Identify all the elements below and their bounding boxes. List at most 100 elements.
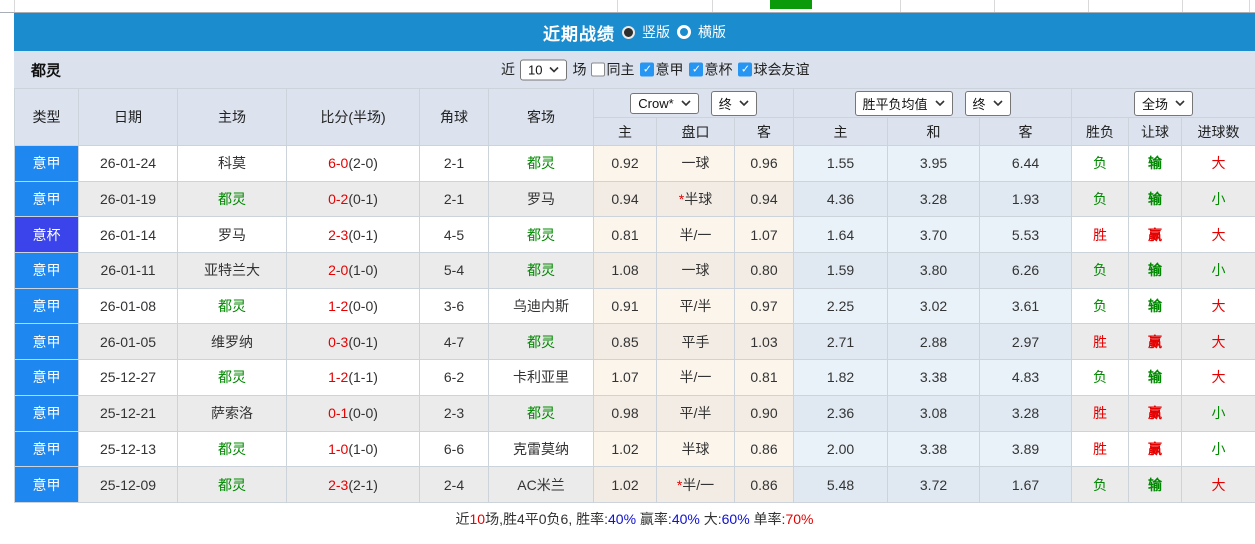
checkbox-icon[interactable]: ✓: [640, 62, 655, 77]
subcol-handicap: 盘口: [656, 117, 735, 146]
odds-home: 1.07: [593, 359, 657, 396]
corners: 4-5: [419, 216, 489, 254]
halftime-score: (0-1): [348, 226, 378, 243]
divider: [712, 0, 713, 12]
star-icon: *: [676, 476, 683, 493]
bookmaker-select[interactable]: Crow*: [630, 92, 699, 114]
score-cell: 1-0(1-0): [286, 430, 420, 468]
odds-group-header: Crow* 终: [592, 88, 795, 118]
subcol-result-goals: 进球数: [1181, 117, 1255, 146]
period-select[interactable]: 全场: [1134, 90, 1194, 116]
record-summary: 近 10 场,胜4平0负6, 胜率: 40% 赢率: 40% 大: 60% 单率: 70%: [14, 502, 1255, 536]
handicap: 一球: [656, 252, 735, 289]
match-date: 26-01-05: [78, 323, 178, 361]
horizontal-layout-radio[interactable]: [677, 25, 691, 39]
home-team: 维罗纳: [177, 323, 287, 361]
horizontal-layout-label[interactable]: 横版: [698, 22, 726, 42]
filter-unchecked: 同主: [591, 60, 634, 80]
mean-type-select[interactable]: 胜平负均值: [854, 90, 953, 116]
mean-time-select[interactable]: 终: [964, 90, 1011, 116]
score-cell: 0-3(0-1): [286, 323, 420, 361]
chevron-down-icon: [681, 100, 691, 106]
match-date: 25-12-21: [78, 394, 178, 432]
league-badge: 意甲: [14, 145, 79, 182]
league-badge: 意杯: [14, 216, 79, 254]
checkbox-icon[interactable]: [591, 62, 606, 77]
odds-away: 0.96: [733, 145, 795, 182]
halftime-score: (2-1): [348, 476, 378, 493]
result-handicap: 赢: [1128, 394, 1183, 432]
mean-draw: 3.38: [887, 359, 981, 396]
mean-draw: 3.08: [887, 394, 981, 432]
final-score: 0-2: [328, 191, 349, 208]
match-row: 意甲 25-12-21 萨索洛 0-1(0-0) 2-3 都灵 0.98 平/半…: [14, 394, 1255, 432]
filter-label[interactable]: 球会友谊: [753, 60, 809, 80]
match-row: 意甲 26-01-08 都灵 1-2(0-0) 3-6 乌迪内斯 0.91 平/…: [14, 287, 1255, 325]
odds-away: 1.03: [733, 323, 795, 361]
match-row: 意杯 26-01-14 罗马 2-3(0-1) 4-5 都灵 0.81 半/一 …: [14, 216, 1255, 254]
odds-home: 0.91: [593, 287, 657, 325]
recent-count-value: 10: [528, 62, 543, 77]
odds-away: 0.97: [733, 287, 795, 325]
handicap: 半/一: [656, 359, 735, 396]
mean-draw: 2.88: [887, 323, 981, 361]
league-badge: 意甲: [14, 252, 79, 289]
match-date: 25-12-09: [78, 466, 178, 503]
filter-label[interactable]: 意甲: [655, 60, 683, 80]
vertical-layout-radio[interactable]: [622, 25, 635, 39]
subcol-mean-draw: 和: [887, 117, 981, 146]
result-handicap: 输: [1128, 145, 1183, 182]
match-date: 26-01-14: [78, 216, 178, 254]
mean-type-value: 胜平负均值: [862, 96, 928, 112]
result-wdl: 负: [1071, 145, 1130, 182]
odds-home: 1.08: [593, 252, 657, 289]
green-button-fragment[interactable]: [770, 0, 812, 9]
away-team: 都灵: [488, 323, 594, 361]
corners: 2-1: [419, 145, 489, 182]
subcol-mean-away: 客: [979, 117, 1073, 146]
mean-away: 3.89: [979, 430, 1073, 468]
odds-time-select[interactable]: 终: [710, 90, 757, 116]
home-team: 都灵: [177, 359, 287, 396]
summary-segment: 场,胜4平0负6, 胜率:: [485, 511, 609, 528]
match-date: 25-12-13: [78, 430, 178, 468]
vertical-layout-label[interactable]: 竖版: [642, 22, 670, 42]
divider: [617, 0, 618, 12]
away-team: 克雷莫纳: [488, 430, 594, 468]
result-wdl: 胜: [1071, 216, 1130, 254]
final-score: 2-0: [328, 262, 349, 279]
odds-home: 0.92: [593, 145, 657, 182]
odds-away: 0.86: [733, 466, 795, 503]
match-row: 意甲 26-01-11 亚特兰大 2-0(1-0) 5-4 都灵 1.08 一球…: [14, 252, 1255, 289]
filter-label[interactable]: 同主: [606, 60, 634, 80]
filter-label[interactable]: 意杯: [704, 60, 732, 80]
mean-home: 1.82: [793, 359, 889, 396]
result-goals: 大: [1181, 287, 1255, 325]
handicap: 半球: [656, 430, 735, 468]
score-cell: 2-3(0-1): [286, 216, 420, 254]
checkbox-icon[interactable]: ✓: [738, 62, 753, 77]
score-cell: 1-2(0-0): [286, 287, 420, 325]
final-score: 1-2: [328, 298, 349, 315]
away-team: 都灵: [488, 394, 594, 432]
checkbox-icon[interactable]: ✓: [689, 62, 704, 77]
final-score: 0-3: [328, 333, 349, 350]
divider: [994, 0, 995, 12]
home-team: 都灵: [177, 430, 287, 468]
mean-away: 2.97: [979, 323, 1073, 361]
halftime-score: (1-0): [348, 440, 378, 457]
recent-count-select[interactable]: 10: [520, 59, 568, 80]
home-team: 科莫: [177, 145, 287, 182]
away-team: 都灵: [488, 145, 594, 182]
handicap: 平/半: [656, 394, 735, 432]
divider: [1088, 0, 1089, 12]
result-goals: 小: [1181, 394, 1255, 432]
result-goals: 大: [1181, 323, 1255, 361]
mean-group-header: 胜平负均值 终: [793, 88, 1073, 118]
mean-away: 6.44: [979, 145, 1073, 182]
top-cutoff-strip: [0, 0, 1255, 13]
corners: 6-6: [419, 430, 489, 468]
home-team: 都灵: [177, 180, 287, 218]
odds-home: 0.94: [593, 180, 657, 218]
odds-time-value: 终: [718, 96, 732, 112]
